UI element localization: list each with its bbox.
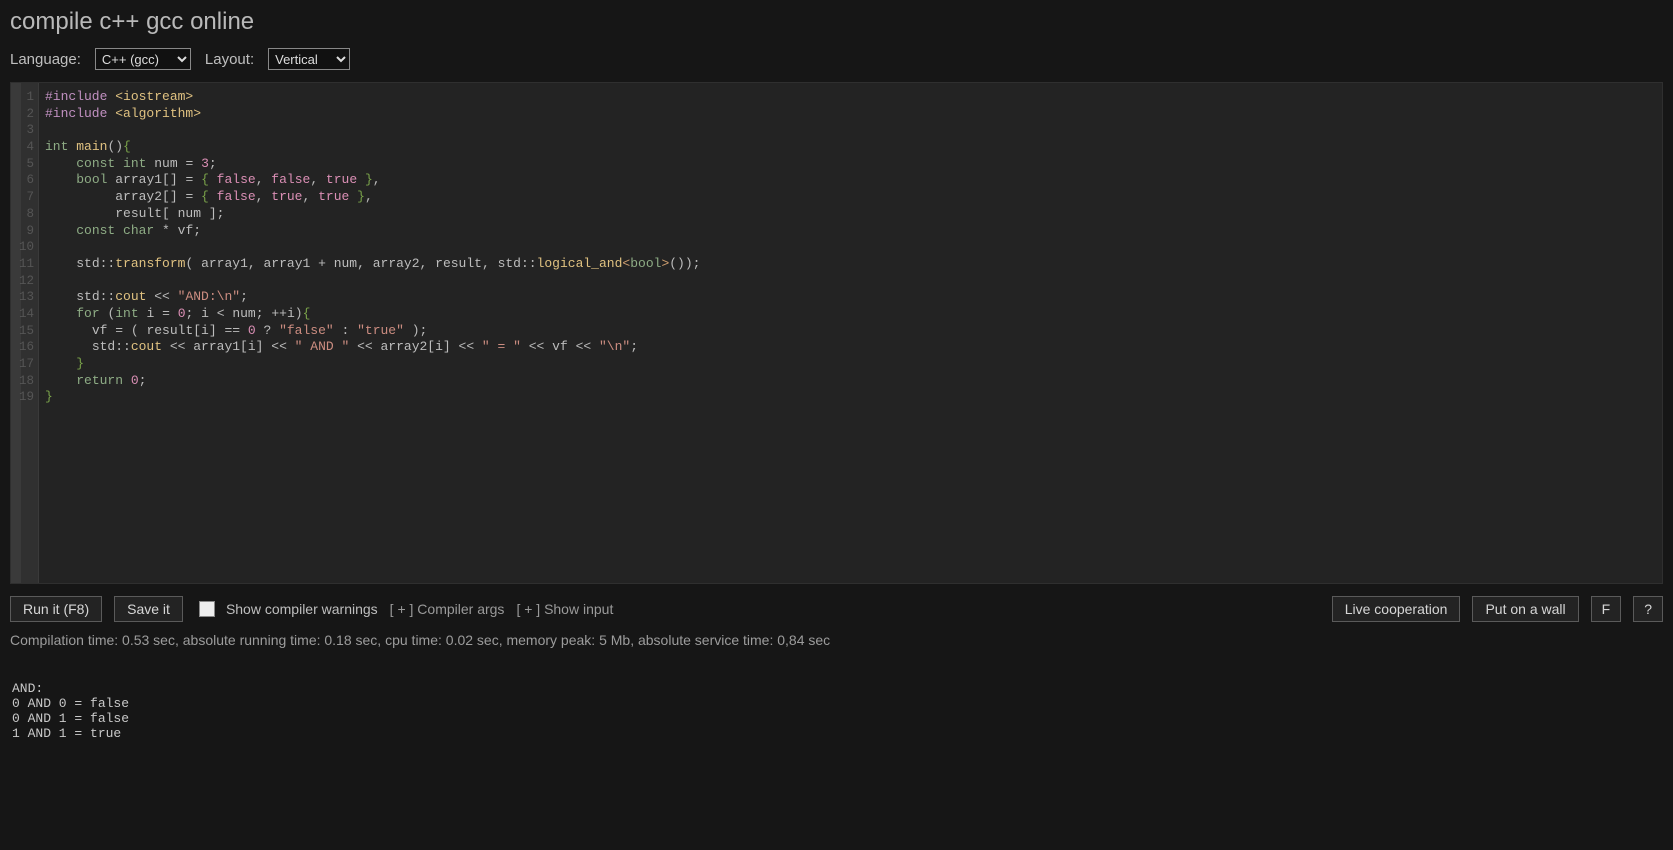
code-line[interactable]: bool array1[] = { false, false, true },	[45, 172, 1656, 189]
line-number: 11	[11, 256, 34, 273]
code-line[interactable]: int main(){	[45, 139, 1656, 156]
help-button[interactable]: ?	[1633, 596, 1663, 622]
code-line[interactable]: for (int i = 0; i < num; ++i){	[45, 306, 1656, 323]
line-number: 1	[11, 89, 34, 106]
line-number: 3	[11, 122, 34, 139]
plus-icon: [ + ]	[516, 601, 540, 617]
code-line[interactable]: }	[45, 356, 1656, 373]
show-input-toggle[interactable]: [ + ] Show input	[516, 601, 613, 617]
code-line[interactable]: return 0;	[45, 373, 1656, 390]
compilation-stats: Compilation time: 0.53 sec, absolute run…	[0, 628, 1673, 652]
code-line[interactable]	[45, 239, 1656, 256]
code-line[interactable]	[45, 122, 1656, 139]
line-number: 19	[11, 389, 34, 406]
code-editor[interactable]: 12345678910111213141516171819 #include <…	[10, 82, 1663, 584]
live-cooperation-button[interactable]: Live cooperation	[1332, 596, 1461, 622]
code-line[interactable]: vf = ( result[i] == 0 ? "false" : "true"…	[45, 323, 1656, 340]
save-button[interactable]: Save it	[114, 596, 183, 622]
code-line[interactable]: const char * vf;	[45, 223, 1656, 240]
show-warnings-checkbox[interactable]	[199, 601, 215, 617]
code-line[interactable]: std::cout << "AND:\n";	[45, 289, 1656, 306]
code-line[interactable]: #include <algorithm>	[45, 106, 1656, 123]
line-number: 13	[11, 289, 34, 306]
line-number: 15	[11, 323, 34, 340]
show-input-label: Show input	[544, 601, 613, 617]
line-number: 6	[11, 172, 34, 189]
code-line[interactable]: result[ num ];	[45, 206, 1656, 223]
toolbar: Language: C++ (gcc) Layout: Vertical	[0, 42, 1673, 82]
line-number: 17	[11, 356, 34, 373]
line-number: 9	[11, 223, 34, 240]
show-warnings-label: Show compiler warnings	[226, 601, 378, 617]
fullscreen-button[interactable]: F	[1591, 596, 1622, 622]
code-area[interactable]: #include <iostream>#include <algorithm> …	[39, 83, 1662, 583]
compiler-args-label: Compiler args	[417, 601, 504, 617]
program-output: AND: 0 AND 0 = false 0 AND 1 = false 1 A…	[0, 665, 1673, 741]
layout-select[interactable]: Vertical	[268, 48, 350, 70]
code-line[interactable]: std::cout << array1[i] << " AND " << arr…	[45, 339, 1656, 356]
line-number: 7	[11, 189, 34, 206]
run-button[interactable]: Run it (F8)	[10, 596, 102, 622]
line-number: 16	[11, 339, 34, 356]
code-line[interactable]: array2[] = { false, true, true },	[45, 189, 1656, 206]
code-line[interactable]: const int num = 3;	[45, 156, 1656, 173]
code-line[interactable]	[45, 273, 1656, 290]
page-title: compile c++ gcc online	[0, 0, 1673, 42]
line-number: 12	[11, 273, 34, 290]
put-on-wall-button[interactable]: Put on a wall	[1472, 596, 1578, 622]
plus-icon: [ + ]	[390, 601, 414, 617]
editor-gutter: 12345678910111213141516171819	[11, 83, 39, 583]
line-number: 10	[11, 239, 34, 256]
line-number: 5	[11, 156, 34, 173]
line-number: 14	[11, 306, 34, 323]
line-number: 8	[11, 206, 34, 223]
compiler-args-toggle[interactable]: [ + ] Compiler args	[390, 601, 505, 617]
line-number: 18	[11, 373, 34, 390]
line-number: 4	[11, 139, 34, 156]
language-label: Language:	[10, 51, 81, 68]
code-line[interactable]: }	[45, 389, 1656, 406]
language-select[interactable]: C++ (gcc)	[95, 48, 191, 70]
code-line[interactable]: #include <iostream>	[45, 89, 1656, 106]
layout-label: Layout:	[205, 51, 254, 68]
action-bar: Run it (F8) Save it Show compiler warnin…	[0, 584, 1673, 628]
line-number: 2	[11, 106, 34, 123]
code-line[interactable]: std::transform( array1, array1 + num, ar…	[45, 256, 1656, 273]
